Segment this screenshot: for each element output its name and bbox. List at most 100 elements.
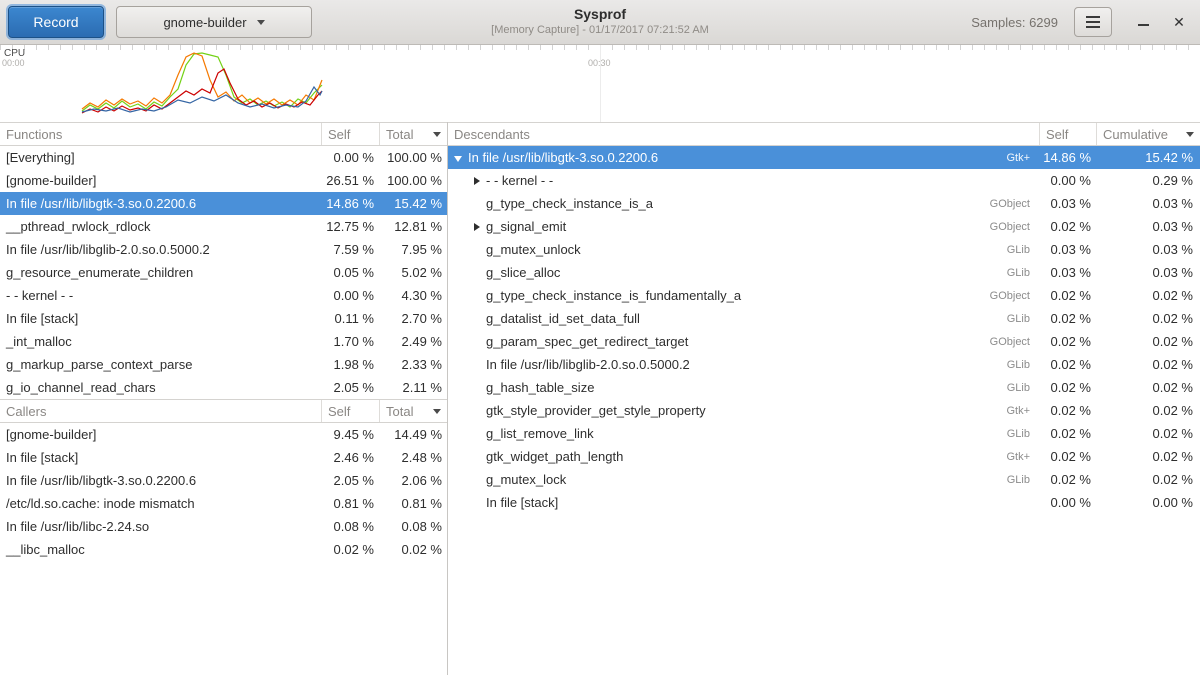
- self-value: 9.45 %: [322, 427, 380, 442]
- function-name: gtk_style_provider_get_style_property: [486, 403, 706, 418]
- table-row[interactable]: In file [stack]2.46 %2.48 %: [0, 446, 447, 469]
- self-value: 0.03 %: [1040, 242, 1097, 257]
- minimize-button[interactable]: [1130, 9, 1156, 35]
- tree-row[interactable]: g_mutex_lockGLib0.02 %0.02 %: [448, 468, 1200, 491]
- table-row[interactable]: In file /usr/lib/libglib-2.0.so.0.5000.2…: [0, 238, 447, 261]
- total-value: 2.11 %: [380, 380, 447, 395]
- process-selector-label: gnome-builder: [163, 15, 246, 30]
- table-row[interactable]: In file /usr/lib/libc-2.24.so0.08 %0.08 …: [0, 515, 447, 538]
- cumulative-value: 0.02 %: [1097, 449, 1200, 464]
- table-row[interactable]: In file [stack]0.11 %2.70 %: [0, 307, 447, 330]
- callers-column-header[interactable]: Callers: [0, 400, 322, 422]
- tree-row[interactable]: g_list_remove_linkGLib0.02 %0.02 %: [448, 422, 1200, 445]
- function-name: g_hash_table_size: [486, 380, 594, 395]
- self-value: 0.11 %: [322, 311, 380, 326]
- tree-row[interactable]: g_type_check_instance_is_aGObject0.03 %0…: [448, 192, 1200, 215]
- window-title-box: Sysprof [Memory Capture] - 01/17/2017 07…: [491, 6, 709, 37]
- tree-row[interactable]: In file /usr/lib/libgtk-3.so.0.2200.6Gtk…: [448, 146, 1200, 169]
- close-button[interactable]: ✕: [1166, 9, 1192, 35]
- left-pane: Functions Self Total [Everything]0.00 %1…: [0, 122, 447, 675]
- callers-self-column-header[interactable]: Self: [322, 400, 380, 422]
- expander-spacer: [472, 429, 482, 439]
- app-title: Sysprof: [491, 6, 709, 23]
- cpu-graph-area[interactable]: CPU 00:00 00:30: [0, 45, 1200, 122]
- table-row[interactable]: /etc/ld.so.cache: inode mismatch0.81 %0.…: [0, 492, 447, 515]
- library-badge: GLib: [999, 313, 1040, 325]
- self-value: 1.70 %: [322, 334, 380, 349]
- tree-row[interactable]: gtk_style_provider_get_style_property Gtk…: [448, 399, 1200, 422]
- function-name: In file /usr/lib/libc-2.24.so: [0, 519, 322, 534]
- self-value: 14.86 %: [1040, 150, 1097, 165]
- record-button[interactable]: Record: [8, 6, 104, 38]
- table-row[interactable]: g_io_channel_read_chars2.05 %2.11 %: [0, 376, 447, 399]
- expander-spacer: [472, 245, 482, 255]
- expander-open-icon[interactable]: [454, 153, 464, 163]
- self-value: 12.75 %: [322, 219, 380, 234]
- functions-column-header[interactable]: Functions: [0, 123, 322, 145]
- descendants-self-column-header[interactable]: Self: [1040, 123, 1097, 145]
- library-badge: GObject: [982, 198, 1040, 210]
- tree-row[interactable]: - - kernel - -0.00 %0.29 %: [448, 169, 1200, 192]
- function-name: /etc/ld.so.cache: inode mismatch: [0, 496, 322, 511]
- tree-row[interactable]: g_param_spec_get_redirect_targetGObject0…: [448, 330, 1200, 353]
- table-row[interactable]: g_markup_parse_context_parse1.98 %2.33 %: [0, 353, 447, 376]
- self-value: 0.02 %: [1040, 311, 1097, 326]
- functions-total-column-header[interactable]: Total: [380, 123, 447, 145]
- function-name: g_mutex_unlock: [486, 242, 581, 257]
- self-value: 0.02 %: [1040, 334, 1097, 349]
- function-name: gtk_widget_path_length: [486, 449, 623, 464]
- table-row[interactable]: [gnome-builder]9.45 %14.49 %: [0, 423, 447, 446]
- table-row[interactable]: __libc_malloc0.02 %0.02 %: [0, 538, 447, 561]
- tree-row[interactable]: In file /usr/lib/libglib-2.0.so.0.5000.2…: [448, 353, 1200, 376]
- total-value: 2.70 %: [380, 311, 447, 326]
- headerbar: Record gnome-builder Sysprof [Memory Cap…: [0, 0, 1200, 45]
- self-value: 0.08 %: [322, 519, 380, 534]
- library-badge: GLib: [999, 382, 1040, 394]
- sort-indicator-icon: [433, 132, 441, 137]
- total-value: 2.49 %: [380, 334, 447, 349]
- expander-spacer: [472, 337, 482, 347]
- tree-row[interactable]: gtk_widget_path_lengthGtk+0.02 %0.02 %: [448, 445, 1200, 468]
- table-row[interactable]: [Everything]0.00 %100.00 %: [0, 146, 447, 169]
- table-row[interactable]: _int_malloc1.70 %2.49 %: [0, 330, 447, 353]
- library-badge: GLib: [999, 474, 1040, 486]
- function-name: - - kernel - -: [486, 173, 553, 188]
- library-badge: Gtk+: [998, 405, 1040, 417]
- descendants-column-header[interactable]: Descendants: [448, 123, 1040, 145]
- total-value: 12.81 %: [380, 219, 447, 234]
- library-badge: Gtk+: [998, 451, 1040, 463]
- cpu-line-green: [82, 53, 322, 111]
- tree-row[interactable]: g_type_check_instance_is_fundamentally_a…: [448, 284, 1200, 307]
- descendants-cumulative-column-header[interactable]: Cumulative: [1097, 123, 1200, 145]
- self-value: 0.02 %: [1040, 449, 1097, 464]
- tree-row[interactable]: g_hash_table_sizeGLib0.02 %0.02 %: [448, 376, 1200, 399]
- callers-total-column-header[interactable]: Total: [380, 400, 447, 422]
- expander-closed-icon[interactable]: [472, 222, 482, 232]
- table-row[interactable]: [gnome-builder]26.51 %100.00 %: [0, 169, 447, 192]
- cumulative-value: 0.03 %: [1097, 265, 1200, 280]
- table-row[interactable]: __pthread_rwlock_rdlock12.75 %12.81 %: [0, 215, 447, 238]
- expander-spacer: [472, 268, 482, 278]
- function-name: _int_malloc: [0, 334, 322, 349]
- cumulative-value: 0.03 %: [1097, 219, 1200, 234]
- process-selector-dropdown[interactable]: gnome-builder: [116, 6, 312, 38]
- expander-closed-icon[interactable]: [472, 176, 482, 186]
- function-name: g_mutex_lock: [486, 472, 566, 487]
- tree-row[interactable]: g_datalist_id_set_data_fullGLib0.02 %0.0…: [448, 307, 1200, 330]
- function-name: - - kernel - -: [0, 288, 322, 303]
- self-value: 0.81 %: [322, 496, 380, 511]
- tree-row[interactable]: g_signal_emitGObject0.02 %0.03 %: [448, 215, 1200, 238]
- functions-self-column-header[interactable]: Self: [322, 123, 380, 145]
- total-value: 5.02 %: [380, 265, 447, 280]
- table-row[interactable]: In file /usr/lib/libgtk-3.so.0.2200.614.…: [0, 192, 447, 215]
- table-row[interactable]: - - kernel - -0.00 %4.30 %: [0, 284, 447, 307]
- tree-row[interactable]: In file [stack]0.00 %0.00 %: [448, 491, 1200, 514]
- library-badge: GLib: [999, 267, 1040, 279]
- table-row[interactable]: In file /usr/lib/libgtk-3.so.0.2200.62.0…: [0, 469, 447, 492]
- total-value: 15.42 %: [380, 196, 447, 211]
- tree-row[interactable]: g_slice_allocGLib0.03 %0.03 %: [448, 261, 1200, 284]
- functions-total-label: Total: [386, 127, 413, 142]
- tree-row[interactable]: g_mutex_unlockGLib0.03 %0.03 %: [448, 238, 1200, 261]
- table-row[interactable]: g_resource_enumerate_children0.05 %5.02 …: [0, 261, 447, 284]
- menu-button[interactable]: [1074, 7, 1112, 37]
